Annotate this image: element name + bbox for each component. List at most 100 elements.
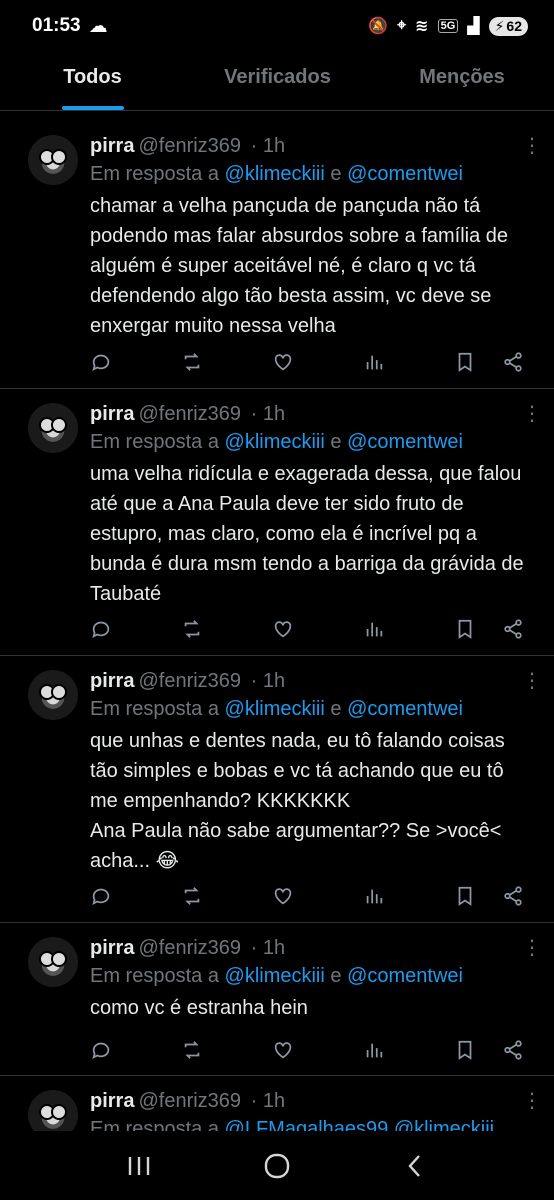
reply-joiner: e — [330, 965, 342, 987]
tweet[interactable]: ⋮ pirra @fenriz369 · 1h Em resposta a @kl… — [0, 656, 554, 923]
tab-label: Menções — [419, 66, 505, 88]
battery-indicator: ⚡ 62 — [488, 16, 528, 36]
reply-context: Em resposta a @klimeckiii e @comentwei — [90, 159, 524, 189]
mention-link[interactable]: @comentwei — [347, 163, 463, 185]
bookmark-icon[interactable] — [454, 1039, 476, 1061]
tab-mencoes[interactable]: Menções — [370, 52, 554, 110]
like-icon[interactable] — [272, 1039, 294, 1061]
author-handle[interactable]: @fenriz369 — [138, 937, 241, 959]
author-handle[interactable]: @fenriz369 — [138, 135, 241, 157]
mention-link[interactable]: @klimeckiii — [225, 698, 325, 720]
reply-prefix: Em resposta a — [90, 431, 219, 453]
tweet-time: · 1h — [250, 937, 286, 959]
active-tab-indicator — [61, 106, 124, 110]
reply-prefix: Em resposta a — [90, 1118, 219, 1131]
tweet-header: pirra @fenriz369 · 1h — [90, 401, 524, 427]
share-icon[interactable] — [502, 1039, 524, 1061]
tweet[interactable]: ⋮ pirra @fenriz369 · 1h Em resposta a @kl… — [0, 389, 554, 656]
author-name[interactable]: pirra — [90, 937, 134, 959]
avatar[interactable] — [28, 135, 78, 185]
author-name[interactable]: pirra — [90, 403, 134, 425]
share-icon[interactable] — [502, 351, 524, 373]
recent-apps-button[interactable] — [119, 1146, 159, 1186]
share-icon[interactable] — [502, 618, 524, 640]
reply-icon[interactable] — [90, 885, 112, 907]
system-navigation-bar — [0, 1131, 554, 1200]
back-button[interactable] — [395, 1146, 435, 1186]
mention-link[interactable]: @klimeckiii — [394, 1118, 494, 1131]
mention-link[interactable]: @klimeckiii — [225, 163, 325, 185]
tweet[interactable]: ⋮ pirra @fenriz369 · 1h Em resposta a @kl… — [0, 121, 554, 389]
reply-prefix: Em resposta a — [90, 163, 219, 185]
reply-context: Em resposta a @klimeckiii e @comentwei — [90, 427, 524, 457]
like-icon[interactable] — [272, 618, 294, 640]
author-name[interactable]: pirra — [90, 1090, 134, 1112]
reply-prefix: Em resposta a — [90, 698, 219, 720]
bookmark-icon[interactable] — [454, 618, 476, 640]
tweet-body: pirra @fenriz369 · 1h Em resposta a @klim… — [90, 133, 524, 341]
tweet-text: que unhas e dentes nada, eu tô falando c… — [90, 730, 505, 872]
tweet-time: · 1h — [250, 135, 286, 157]
tweet[interactable]: ⋮ pirra @fenriz369 · 1h Em resposta a @LF… — [0, 1076, 554, 1131]
mention-link[interactable]: @klimeckiii — [225, 965, 325, 987]
reply-joiner: e — [330, 163, 342, 185]
retweet-icon[interactable] — [181, 351, 203, 373]
avatar[interactable] — [28, 1090, 78, 1131]
author-handle[interactable]: @fenriz369 — [138, 403, 241, 425]
status-right: 🔕 ⌖ ≋ 5G ▟ ⚡ 62 — [368, 16, 528, 36]
tweet-actions — [90, 614, 524, 644]
mention-link[interactable]: @comentwei — [347, 965, 463, 987]
tweet-feed: ⋮ pirra @fenriz369 · 1h Em resposta a @kl… — [0, 121, 554, 1131]
retweet-icon[interactable] — [181, 885, 203, 907]
reply-icon[interactable] — [90, 351, 112, 373]
tweet-time: · 1h — [250, 403, 286, 425]
signal-icon: ▟ — [467, 18, 480, 35]
retweet-icon[interactable] — [181, 618, 203, 640]
reply-icon[interactable] — [90, 618, 112, 640]
views-icon[interactable] — [363, 618, 385, 640]
tweet-time: · 1h — [250, 1090, 286, 1112]
mention-link[interactable]: @LFMagalhaes99 — [225, 1118, 389, 1131]
avatar[interactable] — [28, 937, 78, 987]
like-icon[interactable] — [272, 885, 294, 907]
reply-context: Em resposta a @klimeckiii e @comentwei — [90, 961, 524, 991]
status-left: 01:53 ☁ — [32, 15, 108, 38]
mention-link[interactable]: @comentwei — [347, 431, 463, 453]
author-name[interactable]: pirra — [90, 135, 134, 157]
avatar[interactable] — [28, 403, 78, 453]
home-button[interactable] — [257, 1146, 297, 1186]
views-icon[interactable] — [363, 885, 385, 907]
mention-link[interactable]: @comentwei — [347, 698, 463, 720]
tweet[interactable]: ⋮ pirra @fenriz369 · 1h Em resposta a @kl… — [0, 923, 554, 1076]
bookmark-icon[interactable] — [454, 885, 476, 907]
retweet-icon[interactable] — [181, 1039, 203, 1061]
action-group-right — [454, 351, 524, 373]
author-handle[interactable]: @fenriz369 — [138, 1090, 241, 1112]
tweet-body: pirra @fenriz369 · 1h Em resposta a @LFMa… — [90, 1088, 524, 1131]
author-handle[interactable]: @fenriz369 — [138, 670, 241, 692]
reply-joiner: e — [330, 698, 342, 720]
bookmark-icon[interactable] — [454, 351, 476, 373]
share-icon[interactable] — [502, 885, 524, 907]
tweet-header: pirra @fenriz369 · 1h — [90, 668, 524, 694]
action-group-right — [454, 1039, 524, 1061]
tweet-body: pirra @fenriz369 · 1h Em resposta a @klim… — [90, 935, 524, 1023]
author-name[interactable]: pirra — [90, 670, 134, 692]
mention-link[interactable]: @klimeckiii — [225, 431, 325, 453]
tab-todos[interactable]: Todos — [0, 52, 185, 110]
like-icon[interactable] — [272, 351, 294, 373]
views-icon[interactable] — [363, 351, 385, 373]
tab-verificados[interactable]: Verificados — [185, 52, 370, 110]
wifi-icon: ≋ — [415, 18, 429, 35]
tweet-text: chamar a velha pançuda de pançuda não tá… — [90, 195, 509, 337]
reply-icon[interactable] — [90, 1039, 112, 1061]
tweet-header: pirra @fenriz369 · 1h — [90, 935, 524, 961]
action-group-right — [454, 618, 524, 640]
views-icon[interactable] — [363, 1039, 385, 1061]
notification-tabs: Todos Verificados Menções — [0, 52, 554, 111]
tweet-body: pirra @fenriz369 · 1h Em resposta a @klim… — [90, 668, 524, 876]
network-badge: 5G — [437, 19, 459, 33]
avatar[interactable] — [28, 670, 78, 720]
battery-leaf-icon: ⚡ — [494, 17, 505, 34]
tweet-actions — [90, 881, 524, 911]
